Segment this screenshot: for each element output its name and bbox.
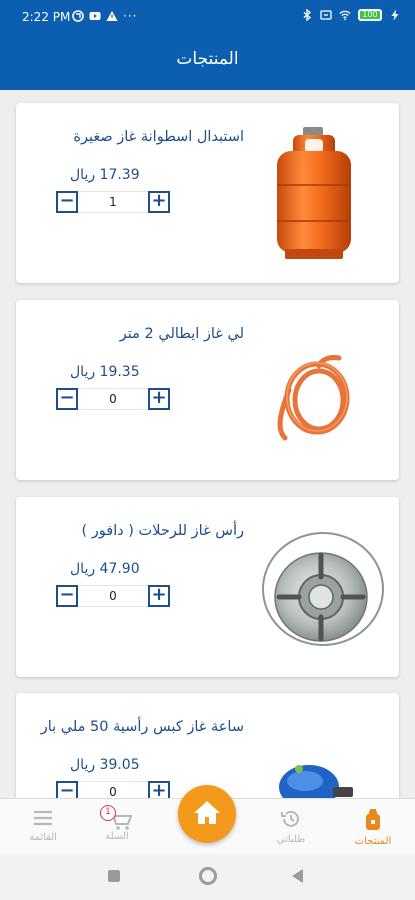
nav-orders-label: طلباتي <box>276 834 306 845</box>
nav-orders[interactable]: طلباتي <box>256 809 326 845</box>
quantity-stepper[interactable]: − 0 + <box>56 388 170 410</box>
battery-icon: 100 <box>358 9 382 21</box>
status-time: 2:22 PM <box>22 10 71 24</box>
product-price: 39.05 ريال <box>70 757 140 773</box>
nav-menu-label: القائمة <box>29 832 57 843</box>
product-card[interactable]: لي غاز ايطالي 2 متر 19.35 ريال − 0 + <box>16 300 399 480</box>
status-bar: 2:22 PM ··· 100 <box>0 0 415 34</box>
product-card[interactable]: ساعة غاز كبس رأسية 50 ملي بار 39.05 ريال… <box>16 693 399 798</box>
nav-cart-label: السلة <box>105 831 129 842</box>
notification-icon <box>72 10 84 22</box>
product-image-gas-regulator <box>259 713 369 798</box>
quantity-value: 0 <box>78 585 148 607</box>
bottom-navigation: القائمة 1 السلة طلباتي المنتجات <box>0 785 415 854</box>
product-title: لي غاز ايطالي 2 متر <box>119 326 244 342</box>
product-list[interactable]: استبدال اسطوانة غاز صغيرة 17.39 ريال − 1… <box>0 90 415 798</box>
product-price: 47.90 ريال <box>70 561 140 577</box>
quantity-stepper[interactable]: − 0 + <box>56 585 170 607</box>
decrease-button[interactable]: − <box>56 781 78 798</box>
history-icon <box>281 810 299 827</box>
menu-icon <box>34 810 52 826</box>
more-dots-icon: ··· <box>123 9 138 23</box>
home-icon <box>194 801 220 824</box>
quantity-stepper[interactable]: − 1 + <box>56 191 170 213</box>
decrease-button[interactable]: − <box>56 585 78 607</box>
nav-cart[interactable]: 1 السلة <box>82 805 152 842</box>
product-image-camping-stove <box>259 517 385 657</box>
product-price: 19.35 ريال <box>70 364 140 380</box>
battery-level: 100 <box>360 11 380 19</box>
increase-button[interactable]: + <box>148 781 170 798</box>
decrease-button[interactable]: − <box>56 388 78 410</box>
home-button[interactable] <box>178 785 236 843</box>
product-title: استبدال اسطوانة غاز صغيرة <box>73 129 244 145</box>
youtube-icon <box>89 12 101 20</box>
app-bar: المنتجات <box>0 34 415 90</box>
nav-products[interactable]: المنتجات <box>338 809 408 847</box>
quantity-stepper[interactable]: − 0 + <box>56 781 170 798</box>
decrease-button[interactable]: − <box>56 191 78 213</box>
back-icon[interactable] <box>292 869 303 883</box>
product-card[interactable]: رأس غاز للرحلات ( دافور ) 47.90 ريال − 0… <box>16 497 399 677</box>
recent-apps-icon[interactable] <box>108 870 120 882</box>
sim-icon <box>320 10 332 20</box>
increase-button[interactable]: + <box>148 388 170 410</box>
increase-button[interactable]: + <box>148 585 170 607</box>
gas-cylinder-icon <box>366 809 380 830</box>
increase-button[interactable]: + <box>148 191 170 213</box>
cart-badge-count: 1 <box>105 807 111 817</box>
warning-icon <box>106 11 118 21</box>
product-image-gas-cylinder <box>259 123 369 263</box>
product-title: ساعة غاز كبس رأسية 50 ملي بار <box>40 719 244 735</box>
bluetooth-icon <box>303 9 312 21</box>
quantity-value: 1 <box>78 191 148 213</box>
page-title: المنتجات <box>176 49 239 69</box>
product-title: رأس غاز للرحلات ( دافور ) <box>81 523 245 539</box>
quantity-value: 0 <box>78 388 148 410</box>
cart-badge: 1 <box>100 805 116 821</box>
system-navigation <box>0 854 415 900</box>
product-image-gas-hose <box>259 320 369 460</box>
quantity-value: 0 <box>78 781 148 798</box>
nav-products-label: المنتجات <box>354 836 392 847</box>
product-card[interactable]: استبدال اسطوانة غاز صغيرة 17.39 ريال − 1… <box>16 103 399 283</box>
home-system-icon[interactable] <box>199 867 217 885</box>
product-price: 17.39 ريال <box>70 167 140 183</box>
wifi-icon <box>339 10 351 21</box>
charging-icon <box>391 9 399 21</box>
nav-menu[interactable]: القائمة <box>8 809 78 843</box>
